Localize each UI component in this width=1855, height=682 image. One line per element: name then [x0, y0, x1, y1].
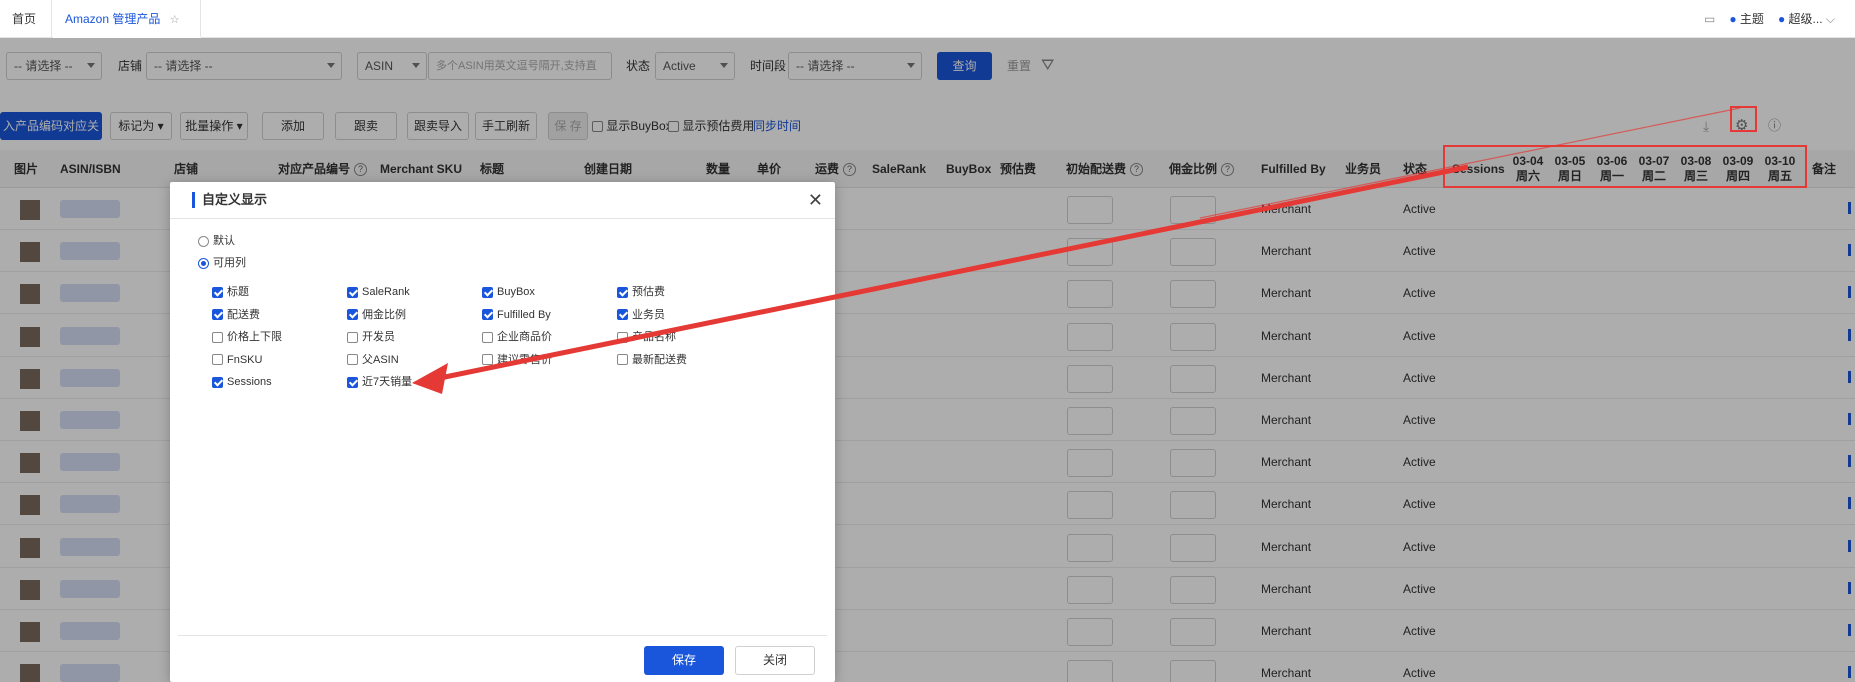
- annotation-arrow: [412, 107, 1741, 394]
